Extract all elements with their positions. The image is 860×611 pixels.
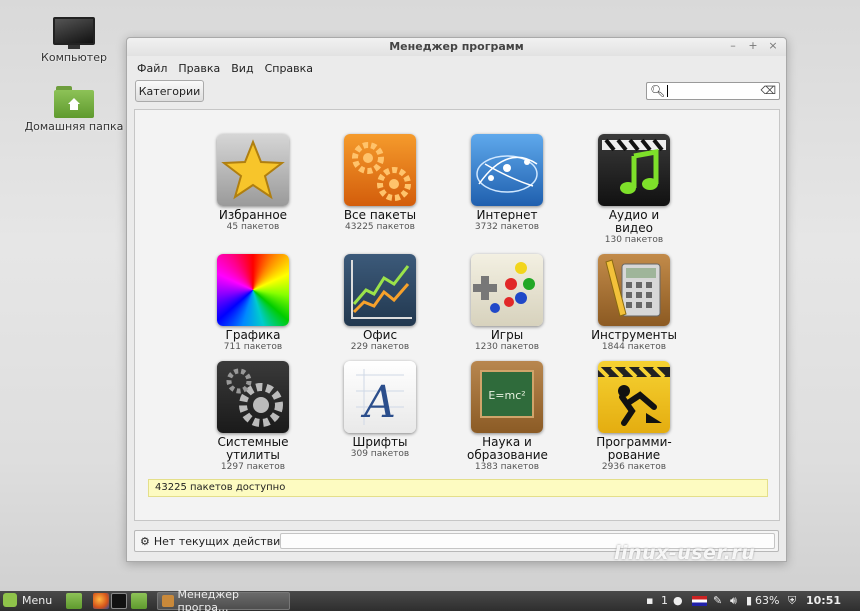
packages-available-banner: 43225 пакетов доступно [148,479,768,497]
font-icon: A [344,361,416,433]
desktop-icon-label: Домашняя папка [24,120,124,133]
home-folder-icon [54,86,94,118]
category-count: 43225 пакетов [345,222,415,232]
category-count: 45 пакетов [226,222,280,232]
category-name: Наука и образование [467,435,548,462]
category-count: 3732 пакетов [474,222,540,232]
svg-text:E=mc²: E=mc² [488,389,525,402]
search-icon: 🔍︎ [650,84,666,98]
minimize-button[interactable]: – [726,39,740,52]
files-icon[interactable] [131,593,147,609]
desktop-icon-home[interactable]: Домашняя папка [24,86,124,133]
category-count: 711 пакетов [223,342,283,352]
category-graphics[interactable]: Графика 711 пакетов [193,254,313,353]
clear-search-icon[interactable]: ⌫ [760,84,776,97]
menu-file[interactable]: Файл [137,62,167,75]
battery-icon: ▮ [746,594,753,607]
category-name: Инструменты [591,328,677,342]
window-titlebar[interactable]: Менеджер программ – + × [127,38,786,56]
globe-network-icon [471,134,543,206]
category-system-tools[interactable]: Системные утилиты 1297 пакетов [193,361,313,473]
category-office[interactable]: Офис 229 пакетов [320,254,440,353]
window-title: Менеджер программ [389,40,524,53]
category-name: Шрифты [352,435,408,449]
category-games[interactable]: Игры 1230 пакетов [447,254,567,353]
system-gear-icon [217,361,289,433]
menu-help[interactable]: Справка [265,62,313,75]
categories-button[interactable]: Категории [135,80,204,102]
gamepad-icon [471,254,543,326]
update-shield-icon[interactable]: ⛨ [788,594,796,608]
menu-edit[interactable]: Правка [178,62,220,75]
volume-icon[interactable]: 🔊︎ [730,594,737,608]
category-name: Избранное [218,208,288,222]
category-favorites[interactable]: Избранное 45 пакетов [193,134,313,233]
category-all-packages[interactable]: Все пакеты 43225 пакетов [320,134,440,233]
category-count: 130 пакетов [604,235,664,245]
construction-icon [598,361,670,433]
category-name: Системные утилиты [217,435,289,462]
menubar: Файл Правка Вид Справка [127,59,786,77]
desktop-icon-label: Компьютер [41,51,107,64]
category-count: 1297 пакетов [220,462,286,472]
chat-icon[interactable]: ▪ [646,594,653,607]
category-fonts[interactable]: A Шрифты 309 пакетов [320,361,440,460]
taskbar-window-button[interactable]: Менеджер програ... [157,588,290,611]
category-count: 2936 пакетов [601,462,667,472]
category-internet[interactable]: Интернет 3732 пакетов [447,134,567,233]
clock[interactable]: 10:51 [806,594,841,607]
battery-level: 63% [755,594,780,607]
show-desktop-icon[interactable] [66,593,82,609]
taskbar: Menu Менеджер програ... ▪ 1 ● ✎ 🔊︎ ▮ 63%… [0,588,860,611]
category-count: 1230 пакетов [474,342,540,352]
category-name: Интернет [476,208,538,222]
category-name: Игры [490,328,524,342]
star-icon [217,134,289,206]
category-count: 309 пакетов [350,449,410,459]
terminal-icon[interactable] [111,593,127,609]
clapper-music-icon [598,134,670,206]
software-manager-icon [162,595,174,607]
color-wheel-icon [217,254,289,326]
watermark: linux-user.ru [614,542,756,564]
calculator-icon [598,254,670,326]
network-icon[interactable]: ✎ [713,594,722,607]
category-science-education[interactable]: E=mc² Наука и образование 1383 пакетов [447,361,567,473]
desktop-icon-computer[interactable]: Компьютер [24,17,124,64]
computer-icon [53,17,95,49]
category-audio-video[interactable]: Аудио и видео 130 пакетов [574,134,694,246]
menu-label: Menu [22,593,53,607]
gears-icon [344,134,416,206]
category-count: 1383 пакетов [474,462,540,472]
search-input[interactable]: 🔍︎ ⌫ [646,82,780,100]
svg-text:A: A [360,377,396,428]
workspace-number[interactable]: 1 [661,594,668,607]
category-count: 229 пакетов [350,342,410,352]
gear-icon: ⚙ [140,534,150,548]
close-button[interactable]: × [766,39,780,52]
mint-logo-icon [3,593,17,607]
line-chart-icon [344,254,416,326]
category-name: Программи- рование [596,435,672,462]
status-text: Нет текущих действий [153,534,288,548]
category-programming[interactable]: Программи- рование 2936 пакетов [574,361,694,473]
menu-view[interactable]: Вид [231,62,253,75]
start-menu-button[interactable]: Menu [3,593,52,607]
category-tools[interactable]: Инструменты 1844 пакетов [574,254,694,353]
firefox-icon[interactable] [93,593,109,609]
keyboard-layout-flag-icon[interactable] [692,596,707,606]
text-cursor [667,85,668,97]
maximize-button[interactable]: + [746,39,760,52]
category-name: Все пакеты [343,208,417,222]
category-name: Офис [362,328,398,342]
taskbar-window-label: Менеджер програ... [177,588,240,611]
software-manager-window: Менеджер программ – + × Файл Правка Вид … [126,37,787,562]
categories-panel: Избранное 45 пакетов Все пакеты 43225 па… [134,109,780,521]
user-icon[interactable]: ● [673,594,683,607]
toolbar: Категории 🔍︎ ⌫ [127,77,786,107]
chalkboard-icon: E=mc² [471,361,543,433]
category-name: Аудио и видео [608,208,660,235]
category-name: Графика [225,328,281,342]
category-count: 1844 пакетов [601,342,667,352]
